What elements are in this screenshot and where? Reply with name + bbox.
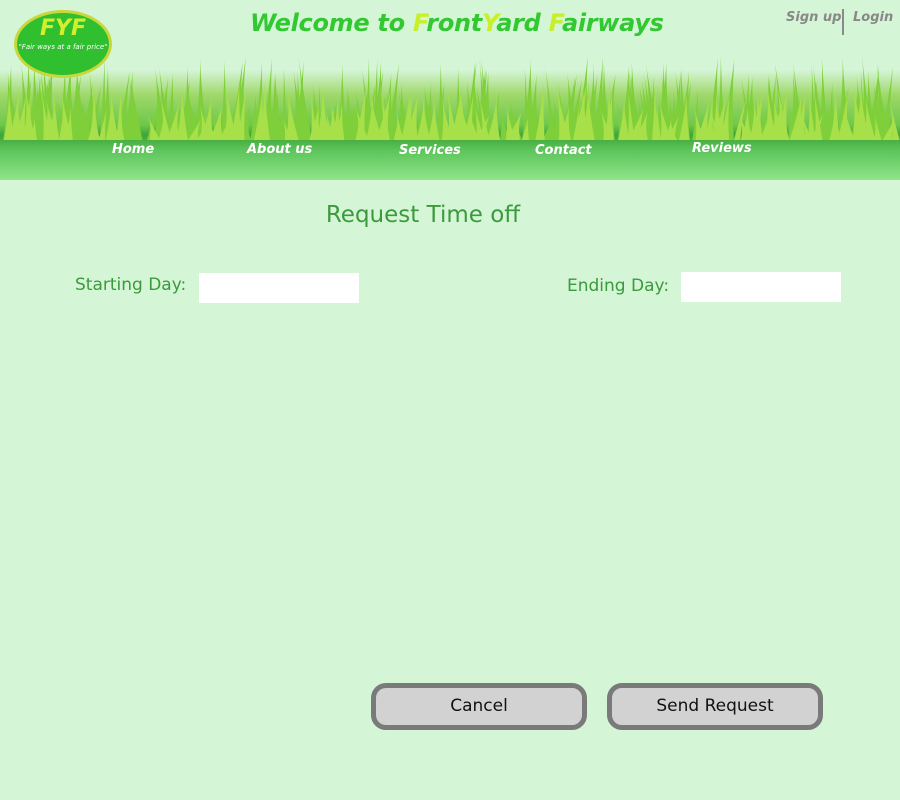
ending-day-label: Ending Day: — [567, 276, 670, 296]
welcome-letter-y: Y — [481, 9, 497, 37]
welcome-prefix: Welcome to — [250, 9, 413, 37]
nav-reviews[interactable]: Reviews — [692, 141, 752, 156]
welcome-letter-f: F — [412, 9, 427, 37]
welcome-word-ard: ard — [496, 9, 549, 37]
site-header: FYF "Fair ways at a fair price" Welcome … — [0, 0, 900, 180]
nav-about-us[interactable]: About us — [247, 142, 312, 157]
send-request-button[interactable]: Send Request — [607, 683, 823, 730]
welcome-word-airways: airways — [561, 9, 664, 37]
signup-link[interactable]: Sign up — [786, 10, 841, 25]
logo-tagline: "Fair ways at a fair price" — [18, 43, 108, 51]
nav-services[interactable]: Services — [399, 143, 461, 158]
starting-day-input[interactable] — [199, 273, 359, 303]
ending-day-input[interactable] — [681, 272, 841, 302]
auth-divider — [842, 9, 844, 35]
welcome-letter-f2: F — [548, 9, 563, 37]
welcome-word-ront: ront — [426, 9, 482, 37]
site-logo[interactable]: FYF "Fair ways at a fair price" — [14, 10, 112, 78]
page-title: Request Time off — [325, 202, 521, 228]
logo-title: FYF — [40, 16, 86, 41]
nav-contact[interactable]: Contact — [535, 143, 592, 158]
nav-home[interactable]: Home — [112, 142, 154, 157]
login-link[interactable]: Login — [853, 10, 893, 25]
cancel-button[interactable]: Cancel — [371, 683, 587, 730]
welcome-heading: Welcome to FrontYard Fairways — [250, 9, 664, 37]
grass-banner-image — [3, 55, 900, 140]
starting-day-label: Starting Day: — [75, 275, 187, 295]
